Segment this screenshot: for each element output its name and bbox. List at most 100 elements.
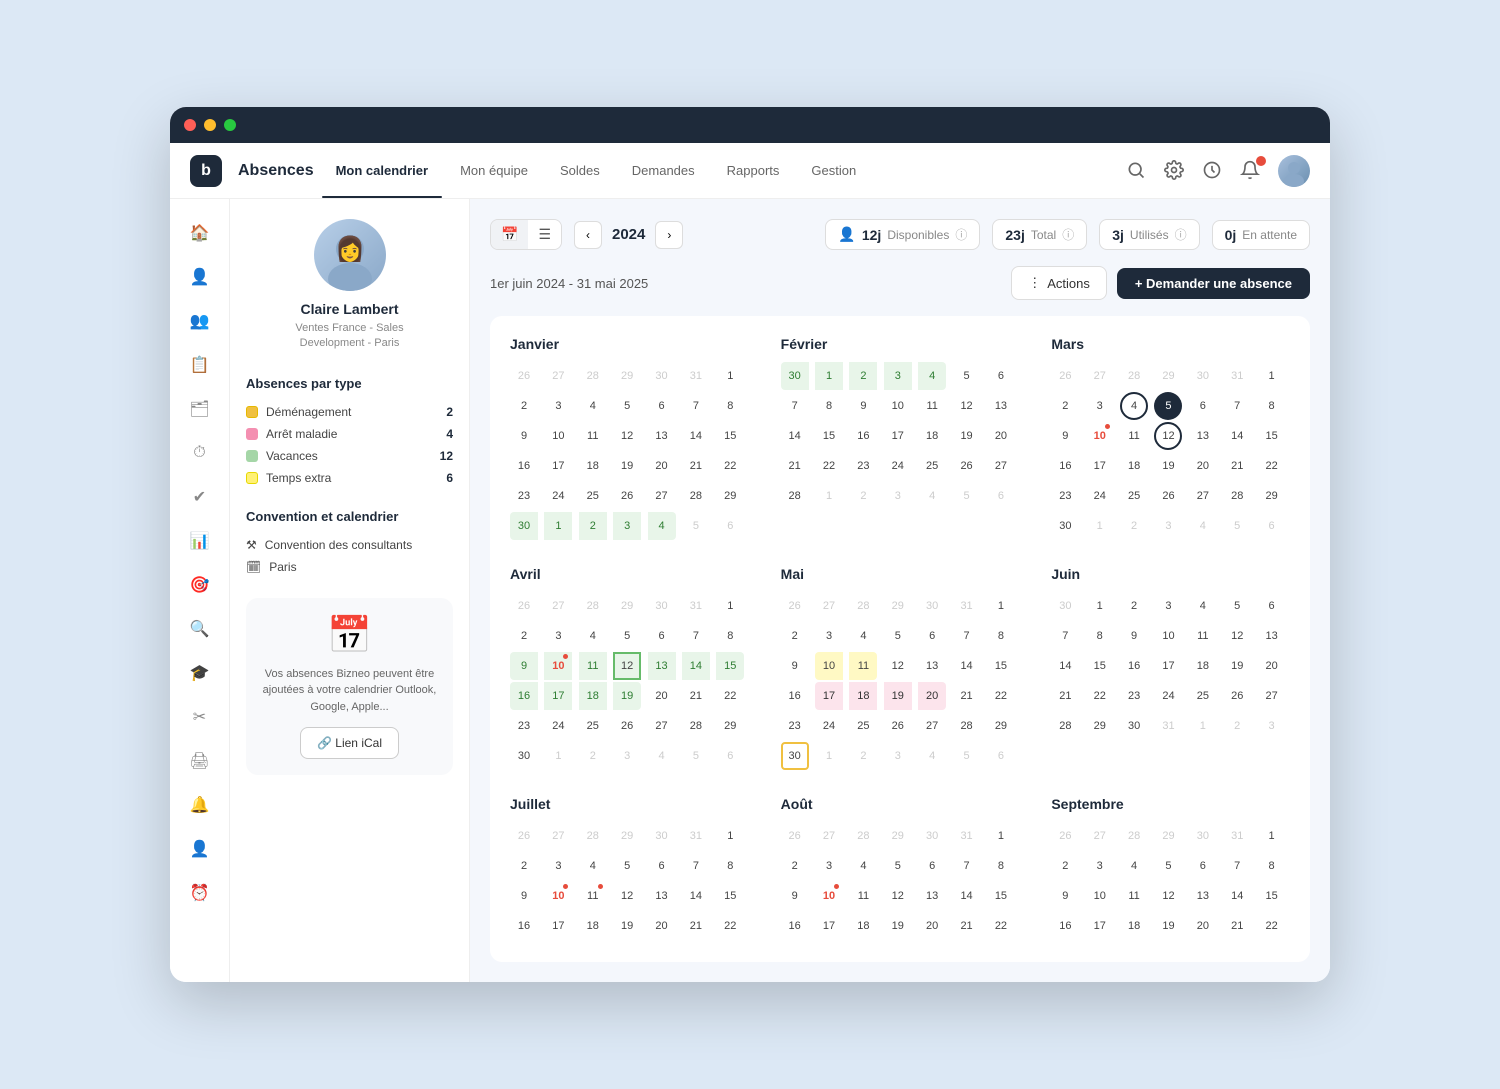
day-cell[interactable]: 8 [815,392,843,420]
day-cell[interactable]: 7 [1223,852,1251,880]
day-cell[interactable]: 10 [815,652,843,680]
settings-icon[interactable] [1164,160,1186,182]
day-cell[interactable]: 2 [579,512,607,540]
day-cell[interactable]: 4 [648,742,676,770]
timer-icon[interactable] [1202,160,1224,182]
day-cell[interactable]: 2 [579,742,607,770]
day-cell[interactable]: 27 [1258,682,1286,710]
day-cell[interactable]: 30 [648,822,676,850]
day-cell[interactable]: 17 [544,452,572,480]
day-cell[interactable]: 14 [682,652,710,680]
day-cell[interactable]: 2 [781,852,809,880]
day-cell-today[interactable]: 4 [1120,392,1148,420]
day-cell[interactable]: 17 [1154,652,1182,680]
cal-prev-btn[interactable]: ‹ [574,221,602,249]
sidebar-icon-goals[interactable]: 🎯 [182,567,218,603]
day-cell[interactable]: 20 [648,452,676,480]
ical-button[interactable]: 🔗 Lien iCal [300,727,399,759]
day-cell[interactable]: 26 [613,482,641,510]
day-cell[interactable]: 18 [1120,452,1148,480]
day-cell[interactable]: 2 [1051,392,1079,420]
day-cell[interactable]: 1 [1258,362,1286,390]
day-cell[interactable]: 29 [1258,482,1286,510]
day-cell[interactable]: 30 [648,592,676,620]
day-cell[interactable]: 3 [613,512,641,540]
day-cell[interactable]: 31 [1154,712,1182,740]
day-cell[interactable]: 16 [510,682,538,710]
day-cell[interactable]: 20 [648,912,676,940]
day-cell[interactable]: 10 [884,392,912,420]
day-cell[interactable]: 29 [884,592,912,620]
day-cell[interactable]: 3 [884,482,912,510]
day-cell-current[interactable]: 5 [1154,392,1182,420]
day-cell[interactable]: 3 [1086,392,1114,420]
day-cell[interactable]: 19 [613,682,641,710]
notification-icon[interactable] [1240,160,1262,182]
day-cell[interactable]: 11 [1120,882,1148,910]
day-cell[interactable]: 20 [1189,912,1217,940]
day-cell[interactable]: 7 [1223,392,1251,420]
day-cell[interactable]: 22 [1258,912,1286,940]
day-cell[interactable]: 31 [1223,822,1251,850]
day-cell[interactable]: 3 [815,622,843,650]
day-cell[interactable]: 2 [510,852,538,880]
day-cell[interactable]: 15 [716,422,744,450]
day-cell[interactable]: 20 [1189,452,1217,480]
day-cell[interactable]: 25 [849,712,877,740]
day-cell[interactable]: 15 [1086,652,1114,680]
day-cell[interactable]: 6 [987,362,1015,390]
day-cell[interactable]: 6 [716,512,744,540]
day-cell[interactable]: 4 [1189,512,1217,540]
day-cell[interactable]: 29 [1154,362,1182,390]
sidebar-icon-analytics[interactable]: 📊 [182,523,218,559]
day-cell[interactable]: 6 [987,742,1015,770]
day-cell[interactable]: 19 [1223,652,1251,680]
day-cell[interactable]: 27 [815,822,843,850]
stat-utilises-info[interactable]: ⓘ [1175,226,1187,243]
day-cell[interactable]: 6 [1189,852,1217,880]
day-cell[interactable]: 8 [1086,622,1114,650]
day-cell[interactable]: 14 [1223,422,1251,450]
day-cell[interactable]: 16 [781,912,809,940]
day-cell[interactable]: 11 [849,652,877,680]
minimize-dot[interactable] [204,119,216,131]
day-cell[interactable]: 12 [1154,422,1182,450]
day-cell[interactable]: 28 [579,592,607,620]
demand-button[interactable]: + Demander une absence [1117,268,1310,299]
sidebar-icon-home[interactable]: 🏠 [182,215,218,251]
day-cell[interactable]: 31 [682,362,710,390]
day-cell[interactable]: 30 [1051,512,1079,540]
cal-view-list[interactable]: ☰ [528,220,561,249]
day-cell[interactable]: 28 [1120,362,1148,390]
day-cell[interactable]: 16 [510,912,538,940]
day-cell[interactable]: 21 [1223,452,1251,480]
day-cell[interactable]: 28 [1051,712,1079,740]
day-cell[interactable]: 19 [884,912,912,940]
day-cell[interactable]: 6 [648,852,676,880]
day-cell[interactable]: 1 [716,362,744,390]
day-cell[interactable]: 7 [781,392,809,420]
day-cell[interactable]: 22 [716,912,744,940]
day-cell[interactable]: 21 [682,912,710,940]
day-cell[interactable]: 13 [648,882,676,910]
day-cell[interactable]: 23 [849,452,877,480]
day-cell[interactable]: 2 [1120,592,1148,620]
sidebar-icon-files[interactable]: 🗂 [182,391,218,427]
day-cell[interactable]: 6 [1258,592,1286,620]
day-cell[interactable]: 14 [1223,882,1251,910]
day-cell[interactable]: 23 [510,712,538,740]
day-cell[interactable]: 4 [579,392,607,420]
day-cell[interactable]: 3 [544,392,572,420]
day-cell[interactable]: 7 [682,852,710,880]
day-cell[interactable]: 28 [682,482,710,510]
day-cell[interactable]: 5 [1154,852,1182,880]
sidebar-icon-tools[interactable]: ✂ [182,699,218,735]
day-cell[interactable]: 15 [1258,882,1286,910]
day-cell[interactable]: 27 [918,712,946,740]
day-cell[interactable]: 30 [648,362,676,390]
day-cell[interactable]: 2 [849,362,877,390]
day-cell[interactable]: 26 [510,822,538,850]
day-cell[interactable]: 10 [1086,882,1114,910]
day-cell[interactable]: 15 [716,882,744,910]
day-cell[interactable]: 1 [716,592,744,620]
